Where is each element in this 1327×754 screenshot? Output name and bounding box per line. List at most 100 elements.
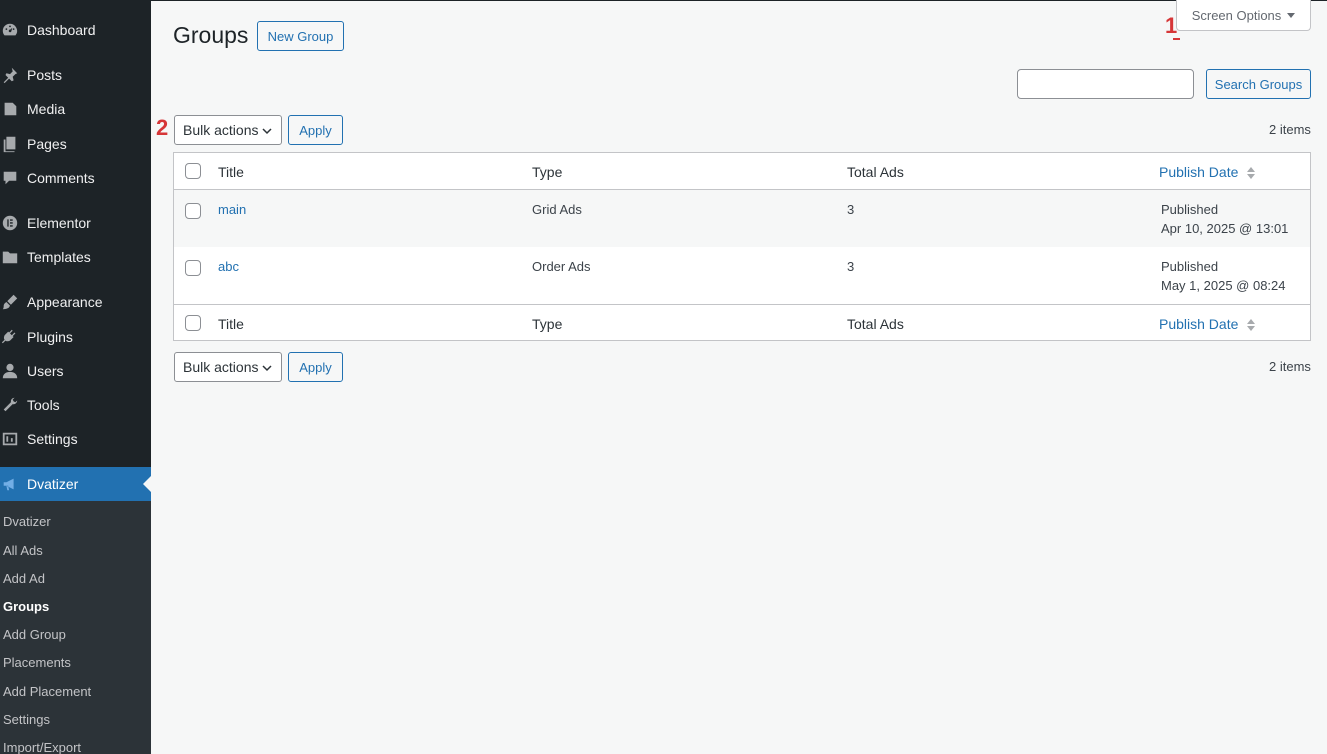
select-all-checkbox[interactable] — [185, 163, 201, 179]
groups-table: Title Type Total Ads Publish Date main G… — [173, 152, 1311, 341]
table-row: main Grid Ads 3 Published Apr 10, 2025 @… — [174, 190, 1310, 247]
menu-label: Appearance — [27, 294, 103, 310]
submenu-settings[interactable]: Settings — [3, 712, 50, 727]
menu-label: Users — [27, 363, 64, 379]
column-total-ads-footer: Total Ads — [847, 316, 904, 332]
menu-comments[interactable]: Comments — [0, 161, 151, 195]
settings-icon — [0, 429, 20, 449]
column-publish-date[interactable]: Publish Date — [1159, 164, 1256, 181]
publish-date: May 1, 2025 @ 08:24 — [1161, 278, 1286, 293]
submenu-dvatizer[interactable]: Dvatizer — [3, 514, 51, 529]
bulk-actions-label: Bulk actions — [183, 359, 259, 375]
group-title-link[interactable]: abc — [218, 259, 239, 274]
submenu-add-ad[interactable]: Add Ad — [3, 571, 45, 586]
row-checkbox[interactable] — [185, 203, 201, 219]
menu-posts[interactable]: Posts — [0, 58, 151, 92]
page-title: Groups — [173, 22, 249, 48]
wrench-icon — [0, 395, 20, 415]
menu-label: Dashboard — [27, 22, 96, 38]
plugin-icon — [0, 327, 20, 347]
group-title-link[interactable]: main — [218, 202, 246, 217]
bulk-actions-select-top[interactable]: Bulk actions — [174, 115, 282, 145]
chevron-down-icon — [262, 365, 272, 372]
menu-dashboard[interactable]: Dashboard — [0, 13, 151, 47]
menu-templates[interactable]: Templates — [0, 240, 151, 274]
user-icon — [0, 361, 20, 381]
menu-label: Pages — [27, 136, 67, 152]
publish-status: Published — [1161, 202, 1219, 217]
menu-tools[interactable]: Tools — [0, 388, 151, 422]
menu-label: Settings — [27, 431, 78, 447]
search-input[interactable] — [1017, 69, 1194, 99]
select-all-checkbox-footer[interactable] — [185, 315, 201, 331]
menu-dvatizer[interactable]: Dvatizer — [0, 467, 151, 501]
submenu-groups[interactable]: Groups — [3, 599, 49, 614]
megaphone-icon — [0, 474, 20, 494]
dvatizer-submenu: Dvatizer All Ads Add Ad Groups Add Group… — [0, 501, 151, 754]
annotation-1: 1 — [1165, 13, 1178, 38]
admin-sidebar: Dashboard Posts Media Pages Comments Ele… — [0, 0, 151, 754]
menu-label: Templates — [27, 249, 91, 265]
column-title-footer: Title — [218, 316, 244, 332]
menu-label: Media — [27, 101, 66, 117]
screen-options-button[interactable]: Screen Options — [1176, 0, 1311, 31]
submenu-import-export[interactable]: Import/Export — [3, 740, 81, 754]
publish-date: Apr 10, 2025 @ 13:01 — [1161, 221, 1289, 236]
table-row: abc Order Ads 3 Published May 1, 2025 @ … — [174, 247, 1310, 304]
menu-elementor[interactable]: Elementor — [0, 206, 151, 240]
comment-icon — [0, 168, 20, 188]
menu-settings[interactable]: Settings — [0, 422, 151, 456]
sort-icon — [1247, 319, 1256, 332]
dashboard-icon — [0, 20, 20, 40]
elementor-icon — [0, 213, 20, 233]
column-type: Type — [532, 164, 563, 180]
table-footer-row: Title Type Total Ads Publish Date — [174, 304, 1310, 340]
items-count-bottom: 2 items — [1269, 359, 1311, 374]
menu-appearance[interactable]: Appearance — [0, 285, 151, 319]
row-checkbox[interactable] — [185, 260, 201, 276]
submenu-all-ads[interactable]: All Ads — [3, 543, 43, 558]
submenu-placements[interactable]: Placements — [3, 655, 71, 670]
menu-media[interactable]: Media — [0, 92, 151, 126]
annotation-2: 2 — [156, 115, 169, 140]
column-type-footer: Type — [532, 316, 563, 332]
column-publish-date-label: Publish Date — [1159, 164, 1239, 180]
media-icon — [0, 99, 20, 119]
column-publish-date-footer[interactable]: Publish Date — [1159, 316, 1256, 333]
menu-plugins[interactable]: Plugins — [0, 320, 151, 354]
sort-icon — [1247, 167, 1256, 180]
submenu-add-placement[interactable]: Add Placement — [3, 684, 91, 699]
bulk-actions-select-bottom[interactable]: Bulk actions — [174, 352, 282, 382]
folder-icon — [0, 247, 20, 267]
apply-button-bottom[interactable]: Apply — [288, 352, 343, 382]
admin-bar-edge — [151, 0, 1327, 1]
table-header-row: Title Type Total Ads Publish Date — [174, 153, 1310, 190]
new-group-button[interactable]: New Group — [257, 21, 344, 51]
menu-label: Comments — [27, 170, 95, 186]
column-publish-date-label: Publish Date — [1159, 316, 1239, 332]
menu-label: Tools — [27, 397, 60, 413]
menu-users[interactable]: Users — [0, 354, 151, 388]
caret-down-icon — [1287, 12, 1296, 18]
items-count-top: 2 items — [1269, 122, 1311, 137]
group-total-ads: 3 — [847, 259, 855, 274]
menu-label: Dvatizer — [27, 476, 79, 492]
menu-pages[interactable]: Pages — [0, 127, 151, 161]
pushpin-icon — [0, 65, 20, 85]
group-type: Order Ads — [532, 259, 591, 274]
submenu-add-group[interactable]: Add Group — [3, 627, 66, 642]
menu-label: Posts — [27, 67, 63, 83]
bulk-actions-label: Bulk actions — [183, 122, 259, 138]
menu-label: Plugins — [27, 329, 73, 345]
chevron-down-icon — [262, 128, 272, 135]
paintbrush-icon — [0, 292, 20, 312]
apply-button-top[interactable]: Apply — [288, 115, 343, 145]
column-title: Title — [218, 164, 244, 180]
publish-status: Published — [1161, 259, 1219, 274]
screen-options-label: Screen Options — [1191, 7, 1282, 23]
annotation-1-pointer — [1173, 38, 1180, 40]
column-total-ads: Total Ads — [847, 164, 904, 180]
search-groups-button[interactable]: Search Groups — [1206, 69, 1311, 99]
group-type: Grid Ads — [532, 202, 582, 217]
pages-icon — [0, 134, 20, 154]
